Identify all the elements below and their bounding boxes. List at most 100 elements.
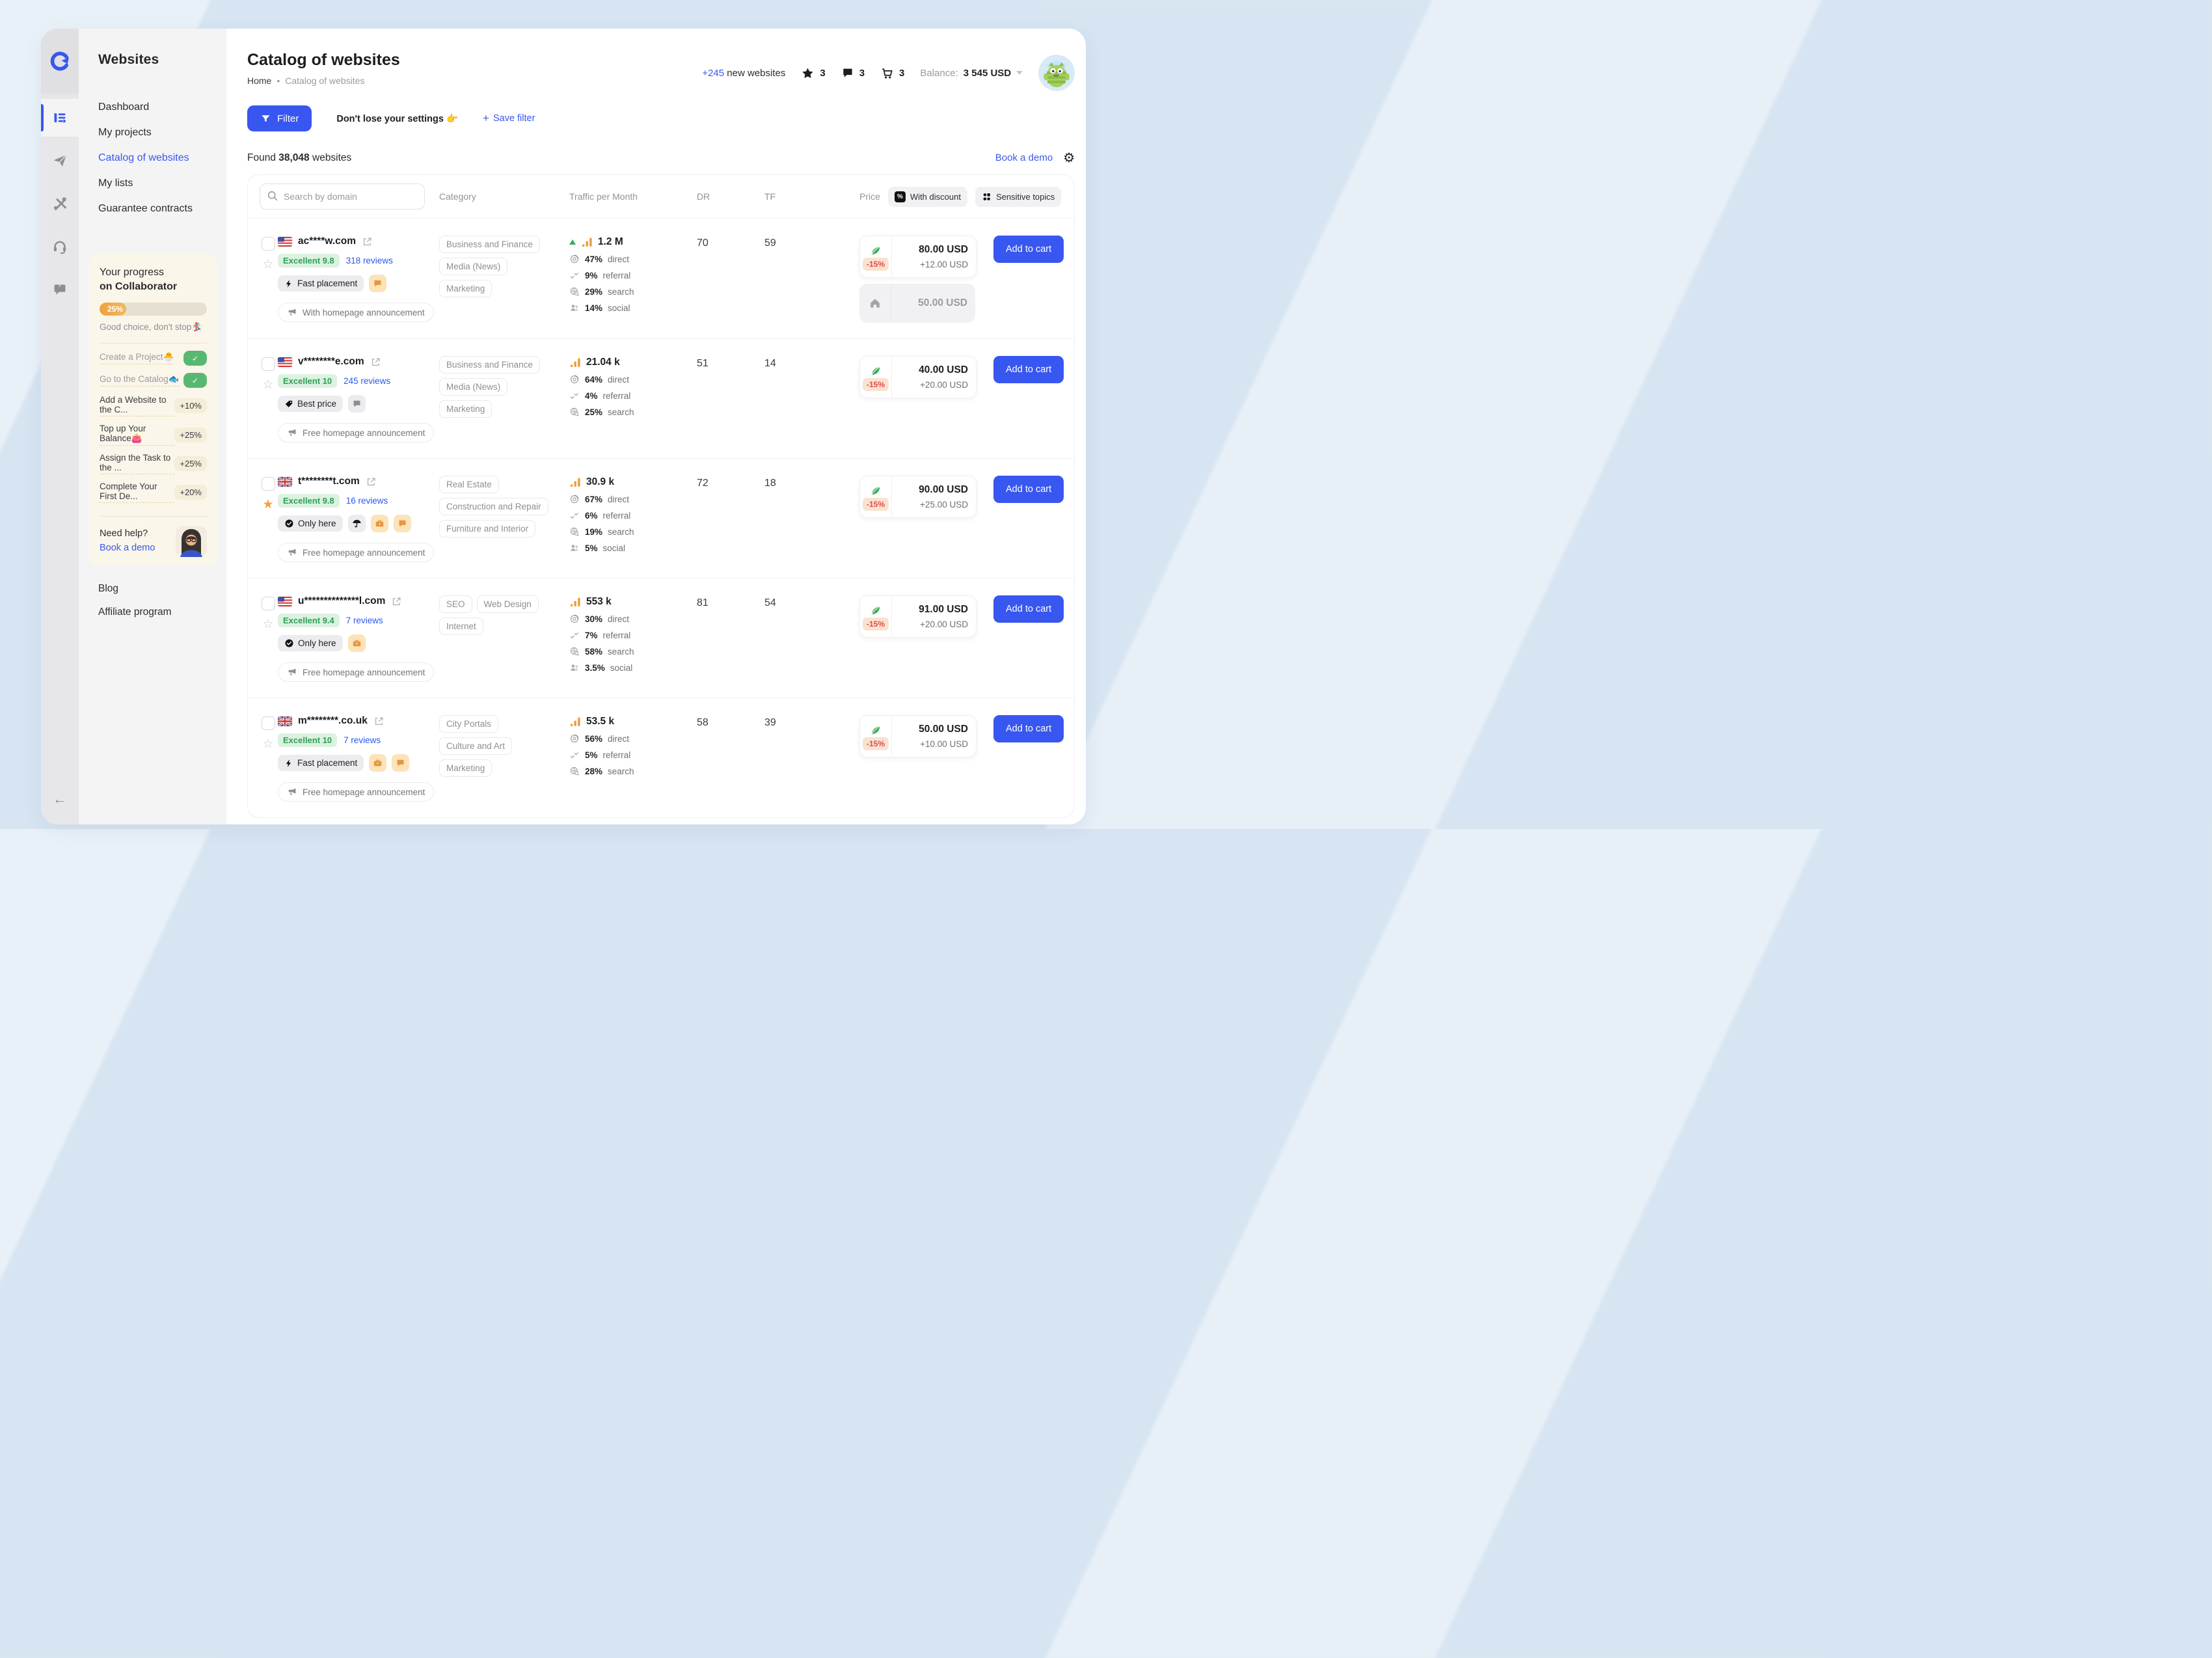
row-checkbox[interactable] <box>262 597 275 610</box>
breadcrumb-current: Catalog of websites <box>285 75 364 86</box>
row-checkbox[interactable] <box>262 477 275 491</box>
filter-button[interactable]: Filter <box>247 105 312 131</box>
sidebar: ? ← Websites Dashboard My projects Catal… <box>41 29 226 824</box>
reviews-link[interactable]: 7 reviews <box>346 616 383 625</box>
domain-name[interactable]: ac****w.com <box>298 236 356 247</box>
collapse-sidebar-button[interactable]: ← <box>53 791 67 808</box>
external-link-icon[interactable] <box>362 236 373 247</box>
rail-item-help[interactable]: ? <box>41 271 79 308</box>
add-to-cart-button[interactable]: Add to cart <box>993 595 1064 623</box>
reviews-link[interactable]: 7 reviews <box>344 735 381 745</box>
domain-name[interactable]: v********e.com <box>298 356 364 368</box>
add-to-cart-button[interactable]: Add to cart <box>993 476 1064 503</box>
messages-counter[interactable]: 3 <box>841 66 865 79</box>
favorite-star-icon[interactable]: ☆ <box>262 258 273 271</box>
row-checkbox[interactable] <box>262 716 275 730</box>
app-logo[interactable] <box>41 29 79 94</box>
cart-icon <box>880 66 894 80</box>
announcement-badge: With homepage announcement <box>278 303 434 322</box>
us-flag-icon <box>278 237 292 247</box>
breadcrumb-separator: • <box>276 75 280 86</box>
rail-item-support[interactable] <box>41 228 79 265</box>
traffic-value: 30.9 k <box>586 476 614 488</box>
plus-icon: + <box>483 112 489 125</box>
traffic-bars-icon <box>569 476 582 488</box>
chevron-down-icon <box>1016 71 1023 75</box>
direct-icon <box>569 733 580 744</box>
domain-name[interactable]: u**************l.com <box>298 595 385 607</box>
add-to-cart-button[interactable]: Add to cart <box>993 236 1064 263</box>
external-link-icon[interactable] <box>391 596 402 607</box>
favorites-counter[interactable]: 3 <box>801 66 825 80</box>
search-icon <box>267 190 278 202</box>
referral-icon <box>569 630 580 640</box>
external-link-icon[interactable] <box>366 476 377 487</box>
row-checkbox[interactable] <box>262 237 275 251</box>
domain-name[interactable]: m********.co.uk <box>298 715 368 727</box>
nav-guarantee-contracts[interactable]: Guarantee contracts <box>98 203 217 215</box>
social-icon <box>569 303 580 313</box>
nav-my-lists[interactable]: My lists <box>98 178 217 189</box>
direct-icon <box>569 374 580 385</box>
breadcrumb-home[interactable]: Home <box>247 75 271 86</box>
nav-catalog-of-websites[interactable]: Catalog of websites <box>98 152 217 164</box>
user-avatar[interactable] <box>1038 55 1075 91</box>
search-box <box>260 183 439 210</box>
best-price-badge: Best price <box>278 396 343 412</box>
favorite-star-icon[interactable]: ☆ <box>262 618 273 631</box>
reviews-link[interactable]: 318 reviews <box>346 256 393 265</box>
sensitive-topics-toggle[interactable]: Sensitive topics <box>975 187 1061 207</box>
traffic-block: 553 k 30%direct 7%referral 58%search 3.5… <box>569 595 697 673</box>
task-done-check: ✓ <box>183 351 207 366</box>
social-icon <box>569 543 580 553</box>
book-a-demo-link[interactable]: Book a demo <box>995 152 1053 163</box>
only-here-badge: Only here <box>278 515 343 532</box>
price-extra: +25.00 USD <box>920 500 968 510</box>
rating-badge: Excellent 9.8 <box>278 254 340 267</box>
chat-mini-badge <box>392 754 409 772</box>
headset-icon <box>52 239 68 254</box>
external-link-icon[interactable] <box>370 357 381 368</box>
eco-leaf-icon <box>869 244 882 257</box>
uk-flag-icon <box>278 716 292 726</box>
traffic-bars-icon <box>581 236 593 248</box>
check-circle-icon <box>284 519 294 528</box>
search-input[interactable] <box>260 183 425 210</box>
tf-value: 14 <box>764 356 837 370</box>
rail-item-tools[interactable] <box>41 185 79 223</box>
nav-dashboard[interactable]: Dashboard <box>98 102 217 113</box>
lightning-icon <box>284 759 293 768</box>
discount-badge: -15% <box>863 737 889 750</box>
column-category: Category <box>439 191 569 202</box>
category-chips: Real Estate Construction and Repair Furn… <box>439 476 569 537</box>
add-to-cart-button[interactable]: Add to cart <box>993 356 1064 383</box>
row-checkbox[interactable] <box>262 357 275 371</box>
cart-counter[interactable]: 3 <box>880 66 904 80</box>
save-filter-button[interactable]: +Save filter <box>483 112 535 125</box>
book-demo-link[interactable]: Book a demo <box>100 543 155 553</box>
sidebar-icon-rail: ? ← <box>41 29 79 824</box>
favorite-star-icon[interactable]: ☆ <box>262 379 273 391</box>
traffic-bars-icon <box>569 595 582 608</box>
with-discount-toggle[interactable]: %With discount <box>888 187 967 207</box>
direct-icon <box>569 254 580 264</box>
dr-value: 72 <box>697 476 764 489</box>
favorite-star-icon[interactable]: ☆ <box>262 738 273 750</box>
dr-value: 51 <box>697 356 764 370</box>
table-header: Category Traffic per Month DR TF Price %… <box>248 175 1074 219</box>
briefcase-mini-badge <box>369 754 386 772</box>
nav-my-projects[interactable]: My projects <box>98 127 217 139</box>
add-to-cart-button[interactable]: Add to cart <box>993 715 1064 742</box>
favorite-star-icon[interactable]: ★ <box>262 498 273 511</box>
rail-item-projects[interactable] <box>41 142 79 180</box>
affiliate-program-link[interactable]: Affiliate program <box>98 606 217 618</box>
external-link-icon[interactable] <box>373 716 384 727</box>
blog-link[interactable]: Blog <box>98 583 217 595</box>
fast-placement-badge: Fast placement <box>278 755 364 771</box>
reviews-link[interactable]: 245 reviews <box>344 376 390 386</box>
settings-gear-icon[interactable]: ⚙ <box>1063 150 1075 166</box>
rail-item-dashboard[interactable] <box>41 99 79 137</box>
balance[interactable]: Balance: 3 545 USD <box>920 68 1023 79</box>
reviews-link[interactable]: 16 reviews <box>346 496 388 506</box>
domain-name[interactable]: t********t.com <box>298 476 360 487</box>
